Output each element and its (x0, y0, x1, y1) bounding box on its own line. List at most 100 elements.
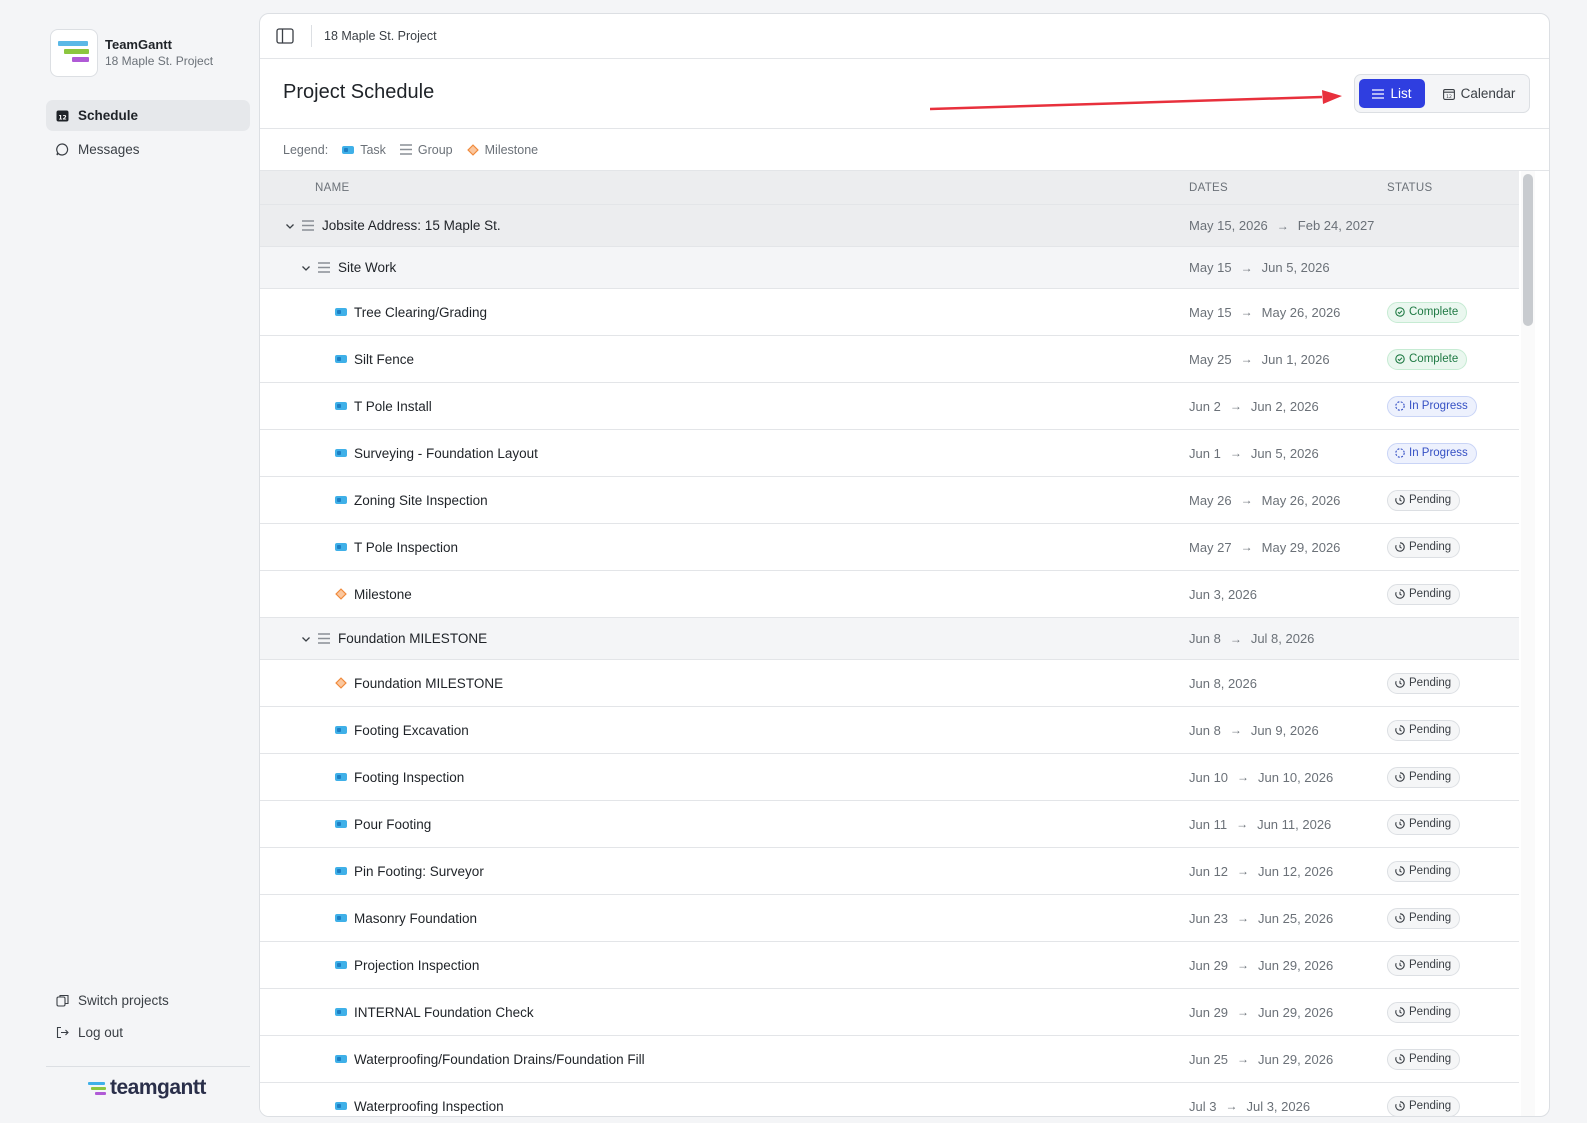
switch-icon (56, 994, 69, 1007)
status-badge[interactable]: Pending (1387, 719, 1461, 741)
status-badge[interactable]: Pending (1387, 583, 1461, 605)
status-badge[interactable]: Pending (1387, 813, 1461, 835)
calendar-view-button[interactable]: 12 Calendar (1433, 79, 1525, 108)
dates-cell: Jun 11 → Jun 11, 2026 (1189, 801, 1331, 847)
breadcrumb: 18 Maple St. Project (324, 29, 437, 43)
sidebar-item-schedule[interactable]: 12 Schedule (46, 100, 250, 131)
table-row[interactable]: T Pole Install Jun 2 → Jun 2, 2026 In Progre… (260, 383, 1519, 430)
table-row[interactable]: Waterproofing Inspection Jul 3 → Jul 3, 202… (260, 1083, 1519, 1116)
dates-cell: Jun 10 → Jun 10, 2026 (1189, 754, 1333, 800)
group-row[interactable]: Foundation MILESTONE Jun 8 → Jul 8, 2026 (260, 618, 1519, 660)
status-badge[interactable]: Pending (1387, 1048, 1461, 1070)
project-switcher[interactable]: TeamGantt 18 Maple St. Project (50, 29, 213, 77)
start-date: May 26 (1189, 492, 1232, 508)
table-row[interactable]: Pin Footing: Surveyor Jun 12 → Jun 12, 2026… (260, 848, 1519, 895)
status-cell: Pending (1387, 571, 1461, 617)
status-label: Pending (1409, 818, 1452, 830)
row-name: Zoning Site Inspection (354, 492, 488, 508)
end-date: Jun 29, 2026 (1258, 1051, 1334, 1067)
status-label: In Progress (1409, 447, 1468, 459)
logout-link[interactable]: Log out (46, 1020, 123, 1044)
start-date: Jun 23 (1189, 910, 1229, 926)
row-name: Waterproofing Inspection (354, 1098, 504, 1114)
clock-icon (1395, 960, 1405, 970)
table-row[interactable]: Zoning Site Inspection May 26 → May 26, 202… (260, 477, 1519, 524)
dates-cell: Jun 29 → Jun 29, 2026 (1189, 942, 1333, 988)
table-row[interactable]: Tree Clearing/Grading May 15 → May 26, 2026… (260, 289, 1519, 336)
sidebar-toggle-icon[interactable] (276, 28, 294, 44)
status-badge[interactable]: In Progress (1387, 442, 1477, 464)
legend-group-label: Group (417, 142, 453, 157)
row-name: Waterproofing/Foundation Drains/Foundati… (354, 1051, 645, 1067)
status-badge[interactable]: In Progress (1387, 395, 1477, 417)
column-header-dates[interactable]: DATES (1189, 182, 1228, 194)
arrow-right-icon: → (1240, 540, 1253, 554)
switch-projects-label: Switch projects (78, 992, 169, 1008)
switch-projects-link[interactable]: Switch projects (46, 988, 169, 1012)
status-badge[interactable]: Pending (1387, 1001, 1461, 1023)
group-row[interactable]: Jobsite Address: 15 Maple St. May 15, 202… (260, 205, 1519, 247)
end-date: Jun 5, 2026 (1250, 445, 1319, 461)
table-row[interactable]: Footing Excavation Jun 8 → Jun 9, 2026 Pendi… (260, 707, 1519, 754)
dates-cell: May 15, 2026 → Feb 24, 2027 (1189, 205, 1374, 246)
main-panel: 18 Maple St. Project Project Schedule Li… (259, 13, 1550, 1117)
task-icon (335, 449, 347, 457)
end-date: Jun 5, 2026 (1261, 260, 1330, 275)
row-name: Masonry Foundation (354, 910, 478, 926)
task-icon (335, 1008, 347, 1016)
dates-cell: Jun 25 → Jun 29, 2026 (1189, 1036, 1333, 1082)
chevron-down-icon[interactable] (300, 262, 312, 274)
status-badge[interactable]: Pending (1387, 489, 1461, 511)
status-badge[interactable]: Pending (1387, 766, 1461, 788)
arrow-right-icon: → (1237, 1052, 1250, 1066)
table-row[interactable]: Surveying - Foundation Layout Jun 1 → Jun 5… (260, 430, 1519, 477)
start-date: May 15 (1189, 260, 1232, 275)
group-row[interactable]: Site Work May 15 → Jun 5, 2026 (260, 247, 1519, 289)
table-row[interactable]: Waterproofing/Foundation Drains/Foundati… (260, 1036, 1519, 1083)
table-row[interactable]: Pour Footing Jun 11 → Jun 11, 2026 Pending (260, 801, 1519, 848)
dates-cell: Jun 8, 2026 (1189, 660, 1257, 706)
status-badge[interactable]: Pending (1387, 860, 1461, 882)
sidebar-item-label: Messages (78, 142, 140, 157)
status-badge[interactable]: Pending (1387, 672, 1461, 694)
row-name: Footing Excavation (354, 722, 469, 738)
table-row[interactable]: T Pole Inspection May 27 → May 29, 2026 Pend… (260, 524, 1519, 571)
status-badge[interactable]: Pending (1387, 907, 1461, 929)
name-cell: Pin Footing: Surveyor (335, 848, 484, 894)
name-cell: T Pole Install (335, 383, 432, 429)
chevron-down-icon[interactable] (300, 633, 312, 645)
scrollbar-thumb[interactable] (1523, 174, 1533, 326)
progress-icon (1395, 401, 1405, 411)
arrow-right-icon: → (1237, 1005, 1250, 1019)
chevron-down-icon[interactable] (284, 220, 296, 232)
status-badge[interactable]: Complete (1387, 348, 1468, 370)
table-row[interactable]: INTERNAL Foundation Check Jun 29 → Jun 29, … (260, 989, 1519, 1036)
status-label: Complete (1409, 353, 1459, 365)
status-cell: Pending (1387, 942, 1461, 988)
table-row[interactable]: Foundation MILESTONE Jun 8, 2026 Pending (260, 660, 1519, 707)
table-row[interactable]: Footing Inspection Jun 10 → Jun 10, 2026 Pen… (260, 754, 1519, 801)
list-view-button[interactable]: List (1359, 79, 1425, 108)
logout-label: Log out (78, 1024, 124, 1040)
status-badge[interactable]: Complete (1387, 301, 1468, 323)
column-header-status[interactable]: STATUS (1387, 182, 1432, 194)
arrow-right-icon: → (1237, 864, 1250, 878)
end-date: May 26, 2026 (1261, 492, 1341, 508)
sidebar-item-messages[interactable]: Messages (46, 134, 250, 165)
sidebar-item-label: Schedule (78, 108, 139, 123)
table-row[interactable]: Masonry Foundation Jun 23 → Jun 25, 2026 Pen… (260, 895, 1519, 942)
table-row[interactable]: Milestone Jun 3, 2026 Pending (260, 571, 1519, 618)
name-cell: Footing Excavation (335, 707, 469, 753)
status-cell: Pending (1387, 895, 1461, 941)
status-badge[interactable]: Pending (1387, 1095, 1461, 1116)
arrow-right-icon: → (1240, 260, 1253, 275)
column-header-name[interactable]: NAME (315, 182, 349, 194)
status-badge[interactable]: Pending (1387, 536, 1461, 558)
progress-icon (1395, 448, 1405, 458)
table-row[interactable]: Silt Fence May 25 → Jun 1, 2026 Complete (260, 336, 1519, 383)
status-label: Pending (1409, 959, 1452, 971)
status-badge[interactable]: Pending (1387, 954, 1461, 976)
end-date: Feb 24, 2027 (1297, 218, 1375, 233)
table-row[interactable]: Projection Inspection Jun 29 → Jun 29, 2026… (260, 942, 1519, 989)
task-icon (335, 773, 347, 781)
